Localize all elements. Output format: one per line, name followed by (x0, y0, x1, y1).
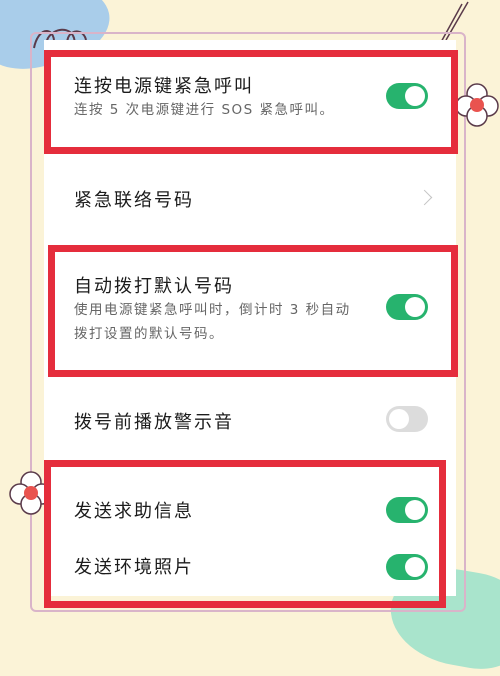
setting-row-warning-sound[interactable]: 拨号前播放警示音 (44, 380, 456, 456)
highlight-box-sos-power (44, 50, 458, 154)
setting-title-warning-sound: 拨号前播放警示音 (74, 412, 234, 433)
decorative-flower-right (455, 83, 499, 127)
highlight-box-auto-dial (48, 245, 458, 377)
warning-sound-toggle[interactable] (386, 406, 428, 432)
setting-title-emergency-contacts: 紧急联络号码 (74, 190, 194, 211)
setting-row-emergency-contacts[interactable]: 紧急联络号码 (44, 158, 456, 234)
highlight-box-send-options (44, 460, 446, 608)
toggle-knob (389, 409, 409, 429)
chevron-right-icon (416, 189, 433, 206)
